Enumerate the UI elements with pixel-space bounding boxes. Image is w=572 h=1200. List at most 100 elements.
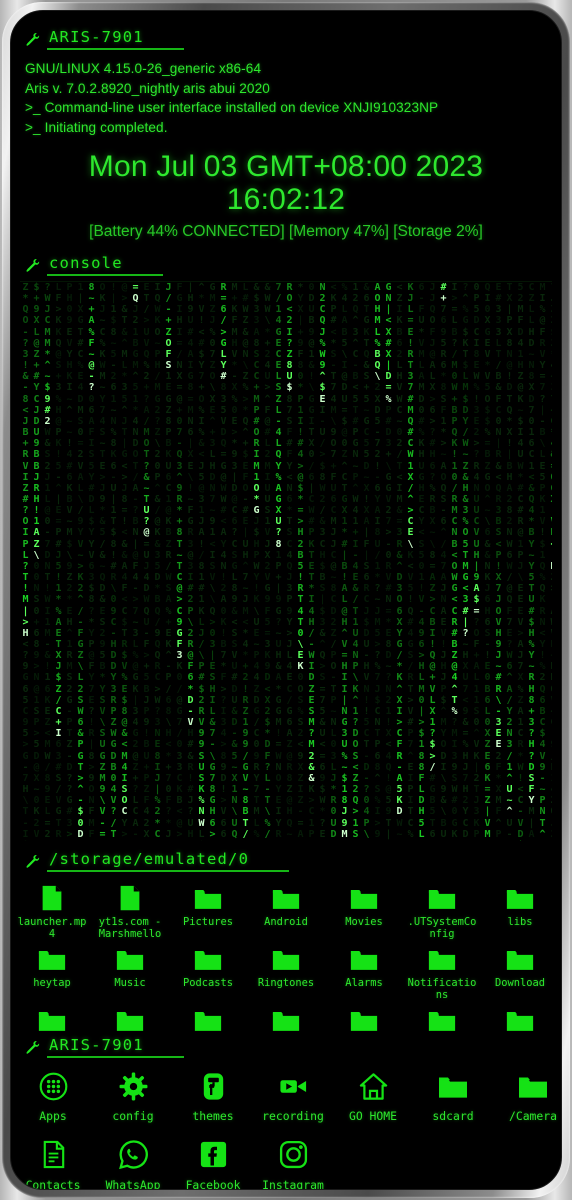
matrix-glyph: R: [528, 672, 535, 684]
matrix-glyph: 7: [132, 605, 139, 617]
matrix-glyph: R: [407, 672, 414, 684]
file-grid-folder[interactable]: .UTSystemConfig: [403, 879, 481, 940]
matrix-glyph: U: [143, 326, 150, 338]
matrix-glyph: 6: [484, 594, 491, 606]
file-grid-folder[interactable]: heytap: [13, 940, 91, 1001]
file-grid-folder[interactable]: [403, 1001, 481, 1032]
dock-item-camera[interactable]: /Camera: [493, 1067, 561, 1123]
console-header-label: console: [47, 254, 163, 276]
dock-item-apps[interactable]: Apps: [13, 1067, 93, 1123]
matrix-glyph: \: [363, 828, 370, 840]
matrix-glyph: <: [297, 739, 304, 751]
dock-item-instagram[interactable]: Instagram: [253, 1136, 333, 1189]
matrix-glyph: L: [231, 572, 238, 584]
matrix-glyph: T: [176, 538, 183, 550]
matrix-glyph: M: [330, 404, 337, 416]
matrix-glyph: $: [121, 694, 128, 706]
folder-icon: [427, 879, 457, 913]
file-grid-folder[interactable]: [169, 1001, 247, 1032]
matrix-glyph: C: [22, 705, 29, 717]
file-grid-folder[interactable]: Alarms: [325, 940, 403, 1001]
file-grid-folder[interactable]: libs: [481, 879, 559, 940]
file-grid-folder[interactable]: Podcasts: [169, 940, 247, 1001]
file-grid-folder[interactable]: [325, 1001, 403, 1032]
matrix-glyph: &: [99, 516, 106, 528]
matrix-glyph: ^: [352, 315, 359, 327]
matrix-glyph: P: [253, 650, 260, 662]
matrix-glyph: O: [330, 438, 337, 450]
matrix-glyph: -: [187, 705, 194, 717]
matrix-glyph: Z: [286, 348, 293, 360]
matrix-glyph: Q: [143, 605, 150, 617]
matrix-glyph: D: [308, 672, 315, 684]
matrix-glyph: L: [418, 360, 425, 372]
dock-item-facebook[interactable]: Facebook: [173, 1136, 253, 1189]
matrix-glyph: X: [143, 828, 150, 840]
matrix-glyph: 5: [440, 337, 447, 349]
matrix-glyph: K: [396, 672, 403, 684]
dock-item-whatsapp[interactable]: WhatsApp: [93, 1136, 173, 1189]
matrix-glyph: 0: [330, 806, 337, 818]
matrix-glyph: 1: [231, 784, 238, 796]
matrix-glyph: ?: [220, 694, 227, 706]
matrix-glyph: >: [121, 828, 128, 840]
matrix-glyph: $: [319, 460, 326, 472]
matrix-glyph: /: [396, 449, 403, 461]
matrix-glyph: +: [33, 360, 40, 372]
dock-item-go-home[interactable]: GO HOME: [333, 1067, 413, 1123]
file-grid-folder[interactable]: Download: [481, 940, 559, 1001]
file-grid-folder[interactable]: [481, 1001, 559, 1032]
file-grid-folder[interactable]: Pictures: [169, 879, 247, 940]
matrix-rain-console[interactable]: Z * Q O -? 3! & -8 < J B + R V I Z #? O I P L? T! M | > H <? 9 G 6 5 C 9…: [20, 281, 552, 841]
dock-item-recording[interactable]: recording: [253, 1067, 333, 1123]
file-grid-folder[interactable]: [13, 1001, 91, 1032]
dock-item-themes[interactable]: themes: [173, 1067, 253, 1123]
matrix-glyph: -: [22, 382, 29, 394]
clock-widget[interactable]: Mon Jul 03 GMT+08:00 2023 16:02:12 [Batt…: [11, 137, 561, 241]
file-grid-folder[interactable]: [247, 1001, 325, 1032]
file-grid-file[interactable]: yt1s.com - Marshmello: [91, 879, 169, 940]
file-grid-folder[interactable]: Movies: [325, 879, 403, 940]
file-grid-file[interactable]: launcher.mp4: [13, 879, 91, 940]
matrix-glyph: /: [548, 751, 552, 762]
matrix-glyph: D: [88, 493, 95, 505]
matrix-glyph: 8: [253, 337, 260, 349]
matrix-glyph: !: [187, 772, 194, 784]
matrix-glyph: 5: [462, 538, 469, 550]
matrix-glyph: N: [330, 717, 337, 729]
matrix-glyph: 9: [33, 438, 40, 450]
matrix-glyph: <: [22, 639, 29, 650]
matrix-glyph: R: [330, 795, 337, 807]
matrix-glyph: D: [77, 393, 84, 405]
matrix-glyph: @: [121, 282, 128, 293]
matrix-glyph: H: [55, 404, 62, 416]
matrix-glyph: D: [504, 840, 515, 841]
dock-item-contacts[interactable]: Contacts: [13, 1136, 93, 1189]
matrix-glyph: !: [308, 371, 315, 383]
console-header: console: [11, 254, 561, 276]
dock-item-config[interactable]: config: [93, 1067, 173, 1123]
matrix-glyph: A: [341, 315, 348, 327]
file-grid-folder[interactable]: Music: [91, 940, 169, 1001]
file-grid-folder[interactable]: Android: [247, 879, 325, 940]
file-grid-folder[interactable]: Ringtones: [247, 940, 325, 1001]
matrix-glyph: Y: [88, 672, 95, 684]
dock-item-sdcard[interactable]: sdcard: [413, 1067, 493, 1123]
file-grid-viewport[interactable]: launcher.mp4 yt1s.com - Marshmello Picture…: [11, 872, 561, 1032]
file-grid-folder[interactable]: Notifications: [403, 940, 481, 1001]
matrix-glyph: 6: [506, 661, 513, 673]
file-grid-folder[interactable]: [91, 1001, 169, 1032]
matrix-glyph: D: [396, 806, 403, 818]
matrix-glyph: 1: [242, 717, 249, 729]
matrix-glyph: B: [484, 449, 491, 461]
file-path-header[interactable]: /storage/emulated/0: [11, 850, 561, 872]
matrix-glyph: K: [473, 750, 480, 762]
matrix-glyph: D: [264, 672, 271, 684]
matrix-glyph: 2: [308, 750, 315, 762]
matrix-glyph: 1: [473, 694, 480, 706]
matrix-glyph: V: [88, 549, 95, 561]
matrix-glyph: 6: [418, 639, 425, 650]
matrix-glyph: F: [143, 795, 150, 807]
matrix-glyph: 5: [374, 415, 381, 427]
matrix-glyph: $: [297, 482, 304, 494]
